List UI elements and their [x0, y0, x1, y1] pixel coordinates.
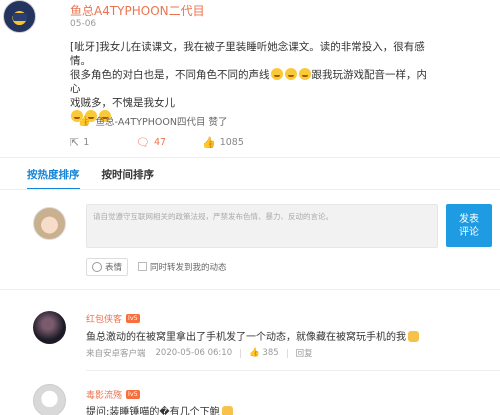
divider — [0, 157, 500, 158]
comment-like-button[interactable]: 👍 385 — [249, 348, 279, 358]
comment-count: 47 — [153, 137, 167, 148]
comment-button[interactable]: 🗨 47 — [136, 136, 202, 149]
cat-emoji-icon — [408, 331, 419, 342]
separator — [240, 348, 242, 358]
share-icon: ⇱ — [70, 136, 80, 149]
divider — [86, 370, 500, 371]
tab-sort-hot[interactable]: 按热度排序 — [27, 167, 80, 190]
cat-emoji-icon — [221, 406, 233, 415]
post-date: 05-06 — [70, 19, 97, 29]
post-stats: ⇱ 1 🗨 47 👍 1085 — [70, 136, 268, 149]
comment-text: 鱼总激动的在被窝里拿出了手机发了一个动态，就像藏在被窝玩手机的我 — [86, 328, 419, 343]
laugh-emoji-icon — [270, 68, 283, 80]
comment-author-name[interactable]: 红包侠客 — [86, 312, 122, 325]
laugh-emoji-icon — [298, 68, 311, 80]
repost-button[interactable]: ⇱ 1 — [70, 136, 136, 149]
post-text-line3: 戏贼多，不愧是我女儿 — [70, 97, 175, 109]
comment-avatar[interactable] — [33, 384, 66, 415]
comment-reply-button[interactable]: 回复 — [296, 347, 313, 359]
repost-count: 1 — [83, 137, 90, 148]
thumb-up-icon: 👍 — [249, 348, 260, 358]
divider — [0, 289, 500, 290]
repost-checkbox-option[interactable]: 同时转发到我的动态 — [138, 261, 227, 273]
separator — [286, 348, 288, 358]
level-badge: lv5 — [126, 390, 140, 399]
comment-time: 2020-05-06 06:10 — [155, 348, 233, 358]
laugh-emoji-icon — [284, 68, 297, 80]
repost-checkbox[interactable] — [138, 262, 148, 271]
like-button[interactable]: 👍 1085 — [202, 136, 268, 149]
reply-tools: 表情 同时转发到我的动态 — [86, 258, 227, 276]
tab-sort-time[interactable]: 按时间排序 — [102, 167, 155, 190]
sort-tabs: 按热度排序 按时间排序 — [27, 167, 154, 190]
emoji-button[interactable]: 表情 — [86, 258, 129, 276]
comment-text: 提问:装睡锤喵的�有几个下鲍 — [86, 403, 233, 415]
divider — [0, 189, 500, 190]
thumb-up-icon: 👍 — [202, 136, 216, 149]
smile-icon — [92, 262, 102, 272]
reply-input[interactable]: 请自觉遵守互联网相关的政策法规，严禁发布色情、暴力、反动的言论。 — [86, 204, 438, 248]
current-user-avatar — [33, 207, 66, 240]
liked-by-text[interactable]: 鱼总-A4TYPHOON四代目 赞了 — [95, 114, 227, 128]
post-text: [呲牙]我女儿在读课文，我在被子里装睡听她念课文。读的非常投入，很有感情。 很多… — [70, 40, 430, 124]
submit-comment-button[interactable]: 发表 评论 — [446, 204, 492, 247]
comment-avatar[interactable] — [33, 311, 66, 344]
comment-icon: 🗨 — [136, 136, 150, 149]
post-text-line1: [呲牙]我女儿在读课文，我在被子里装睡听她念课文。读的非常投入，很有感情。 — [70, 41, 425, 67]
comment-source: 来自安卓客户端 — [86, 349, 146, 359]
post-author-name[interactable]: 鱼总A4TYPHOON二代目 — [70, 2, 205, 19]
level-badge: lv5 — [126, 314, 140, 323]
post-text-line2: 很多角色的对白也是，不同角色不同的声线 跟我玩游戏配音一样，内心 — [70, 68, 427, 95]
like-count: 1085 — [219, 137, 244, 148]
comment-meta: 来自安卓客户端 2020-05-06 06:10 👍 385 回复 — [86, 347, 313, 359]
post-author-avatar[interactable] — [3, 0, 36, 33]
liked-by-line: 👍 鱼总-A4TYPHOON四代目 赞了 — [78, 114, 227, 129]
thumb-up-icon: 👍 — [78, 115, 91, 127]
comment-author-name[interactable]: 毒影流殇 — [86, 388, 122, 401]
